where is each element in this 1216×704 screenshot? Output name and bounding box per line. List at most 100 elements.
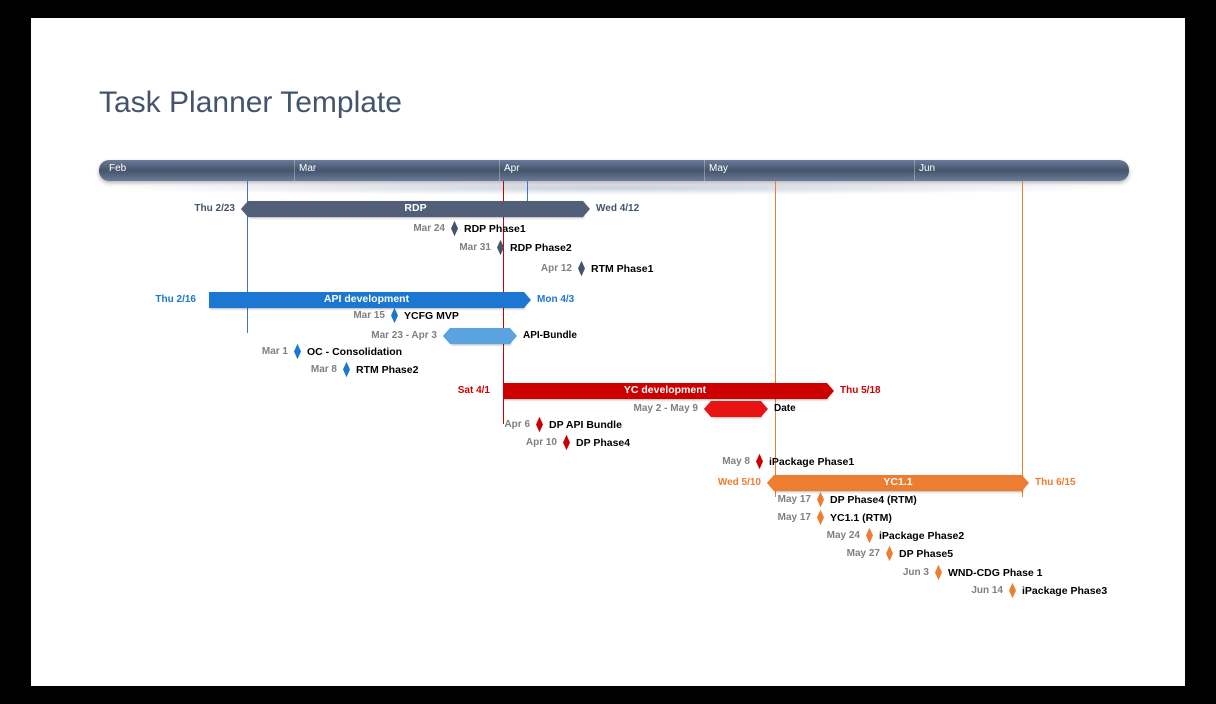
- month-label: Jun: [919, 163, 935, 174]
- milestone-text: RDP Phase2: [510, 242, 572, 254]
- milestone-text: OC - Consolidation: [307, 346, 402, 358]
- diamond-icon: [817, 510, 824, 525]
- end-date: Wed 4/12: [596, 203, 639, 214]
- track-right-text: Date: [774, 403, 796, 414]
- milestone-text: iPackage Phase1: [769, 456, 854, 468]
- milestone: Apr 12RTM Phase1: [578, 263, 585, 278]
- milestone: May 24iPackage Phase2: [866, 530, 873, 545]
- diamond-icon: [294, 344, 301, 359]
- arrow-right-icon: [524, 292, 531, 308]
- milestone: Mar 1OC - Consolidation: [294, 346, 301, 361]
- milestone-text: iPackage Phase3: [1022, 585, 1107, 597]
- milestone-date: Apr 12: [541, 263, 572, 274]
- track-api: API developmentThu 2/16Mon 4/3: [209, 292, 524, 308]
- month-label: Mar: [299, 163, 316, 174]
- milestone-text: YC1.1 (RTM): [830, 512, 892, 524]
- arrow-left-icon: [767, 475, 774, 491]
- milestone-text: YCFG MVP: [404, 310, 459, 322]
- diamond-icon: [578, 261, 585, 276]
- milestone-date: Mar 15: [353, 310, 385, 321]
- milestone-text: RTM Phase1: [591, 263, 653, 275]
- track-label: RDP: [248, 202, 583, 214]
- milestone-text: WND-CDG Phase 1: [948, 567, 1043, 579]
- diamond-icon: [817, 492, 824, 507]
- time-bar-glow: [99, 181, 1129, 195]
- track-left-date: May 2 - May 9: [634, 403, 698, 414]
- diamond-icon: [451, 221, 458, 236]
- arrow-right-icon: [761, 401, 768, 417]
- arrow-right-icon: [827, 383, 834, 399]
- track-label: API development: [209, 293, 524, 305]
- end-date: Thu 6/15: [1035, 477, 1076, 488]
- milestone-date: Jun 3: [903, 567, 929, 578]
- diamond-icon: [391, 308, 398, 323]
- arrow-left-icon: [704, 401, 711, 417]
- milestone-date: May 17: [778, 494, 811, 505]
- milestone: May 17DP Phase4 (RTM): [817, 494, 824, 509]
- time-bar: [99, 160, 1129, 181]
- milestone-date: May 24: [827, 530, 860, 541]
- diamond-icon: [1009, 583, 1016, 598]
- milestone: Jun 3WND-CDG Phase 1: [935, 567, 942, 582]
- track-rdp: RDPThu 2/23Wed 4/12: [248, 201, 583, 217]
- arrow-right-icon: [583, 201, 590, 217]
- milestone: Apr 6DP API Bundle: [536, 419, 543, 434]
- arrow-right-icon: [510, 328, 517, 344]
- milestone-date: Mar 31: [459, 242, 491, 253]
- start-date: Sat 4/1: [458, 385, 490, 396]
- milestone-text: RTM Phase2: [356, 364, 418, 376]
- timeline-container: FebMarAprMayJun RDPThu 2/23Wed 4/12API d…: [99, 160, 1129, 660]
- arrow-right-icon: [1022, 475, 1029, 491]
- track-date: DateMay 2 - May 9: [711, 401, 761, 417]
- milestone-date: May 17: [778, 512, 811, 523]
- diamond-icon: [935, 565, 942, 580]
- month-label: Apr: [504, 163, 520, 174]
- track-label: YC1.1: [774, 476, 1022, 488]
- arrow-left-icon: [443, 328, 450, 344]
- diamond-icon: [886, 546, 893, 561]
- arrow-left-icon: [241, 201, 248, 217]
- diamond-icon: [536, 417, 543, 432]
- start-date: Thu 2/23: [194, 203, 235, 214]
- milestone-date: Apr 10: [526, 437, 557, 448]
- milestone: May 27DP Phase5: [886, 548, 893, 563]
- milestone-date: Mar 8: [311, 364, 337, 375]
- month-label: May: [709, 163, 728, 174]
- track-yc: YC developmentSat 4/1Thu 5/18: [503, 383, 827, 399]
- milestone-date: Apr 6: [504, 419, 530, 430]
- milestone: Mar 15YCFG MVP: [391, 310, 398, 325]
- milestone: May 17YC1.1 (RTM): [817, 512, 824, 527]
- diamond-icon: [563, 435, 570, 450]
- milestone-date: May 8: [722, 456, 750, 467]
- milestone: Mar 31RDP Phase2: [497, 242, 504, 257]
- diamond-icon: [866, 528, 873, 543]
- milestone: Mar 8RTM Phase2: [343, 364, 350, 379]
- milestone-text: DP API Bundle: [549, 419, 622, 431]
- slide: Task Planner Template Feb Mar Apr May Jun RD…: [31, 18, 1185, 686]
- track-right-text: API-Bundle: [523, 330, 577, 341]
- milestone-text: iPackage Phase2: [879, 530, 964, 542]
- track-label: YC development: [503, 384, 827, 396]
- milestone-text: DP Phase4: [576, 437, 630, 449]
- milestone-date: Mar 1: [262, 346, 288, 357]
- start-date: Wed 5/10: [718, 477, 761, 488]
- milestone: Mar 24RDP Phase1: [451, 223, 458, 238]
- milestone-date: Mar 24: [413, 223, 445, 234]
- diamond-icon: [343, 362, 350, 377]
- month-label: Feb: [109, 163, 126, 174]
- gridline: [775, 181, 776, 497]
- page-title: Task Planner Template: [99, 86, 402, 120]
- milestone-text: RDP Phase1: [464, 223, 526, 235]
- milestone-text: DP Phase4 (RTM): [830, 494, 917, 506]
- end-date: Thu 5/18: [840, 385, 881, 396]
- milestone: May 8iPackage Phase1: [756, 456, 763, 471]
- track-apib: API-BundleMar 23 - Apr 3: [450, 328, 510, 344]
- diamond-icon: [756, 454, 763, 469]
- milestone-date: May 27: [847, 548, 880, 559]
- milestone-date: Jun 14: [971, 585, 1003, 596]
- track-yc11: YC1.1Wed 5/10Thu 6/15: [774, 475, 1022, 491]
- end-date: Mon 4/3: [537, 294, 574, 305]
- milestone-text: DP Phase5: [899, 548, 953, 560]
- gridline: [1022, 181, 1023, 497]
- milestone: Jun 14iPackage Phase3: [1009, 585, 1016, 600]
